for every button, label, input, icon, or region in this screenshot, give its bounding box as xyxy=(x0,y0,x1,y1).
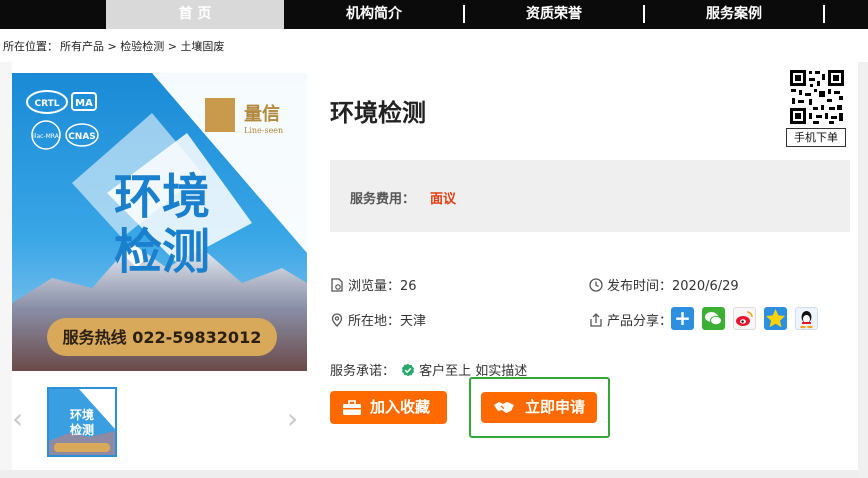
location-value: 天津 xyxy=(400,314,427,329)
briefcase-icon xyxy=(343,400,361,415)
apply-now-button[interactable]: 立即申请 xyxy=(481,392,597,423)
price-box: 服务费用： 面议 xyxy=(330,160,850,232)
breadcrumb-current[interactable]: 土壤固废 xyxy=(180,40,224,53)
location-info: 所在地：天津 xyxy=(330,310,426,329)
thumbnail-headline-line1: 环境 xyxy=(70,407,94,422)
add-favorite-button[interactable]: 加入收藏 xyxy=(330,391,447,424)
price-value: 面议 xyxy=(430,192,457,207)
breadcrumb-link-inspection[interactable]: 检验检测 xyxy=(120,40,164,53)
share-info: 产品分享： xyxy=(589,310,672,329)
nav-item-about[interactable]: 机构简介 xyxy=(284,0,464,29)
carousel-next-arrow-icon[interactable]: › xyxy=(287,402,298,435)
image-headline-line2: 检测 xyxy=(114,224,210,280)
share-icon xyxy=(590,313,602,327)
views-info: 浏览量：26 xyxy=(330,275,417,294)
image-badge-ilac: ilac-MRA xyxy=(33,133,60,140)
panel-left-edge xyxy=(0,62,12,478)
thumbnail-art: 环境 检测 xyxy=(49,389,115,455)
wechat-icon[interactable] xyxy=(702,307,725,330)
location-label: 所在地： xyxy=(348,314,401,329)
image-hotline: 服务热线 022-59832012 xyxy=(63,328,262,347)
top-nav: 首 页 机构简介 资质荣誉 服务案例 xyxy=(0,0,868,29)
nav-separator xyxy=(823,5,825,23)
clock-icon xyxy=(589,278,603,292)
views-label: 浏览量： xyxy=(348,279,401,294)
breadcrumb-prefix: 所在位置： xyxy=(3,40,58,53)
image-brand-name: 量信 xyxy=(244,103,280,125)
breadcrumb-link-all[interactable]: 所有产品 xyxy=(60,40,104,53)
views-icon xyxy=(331,278,343,292)
breadcrumb-separator: > xyxy=(104,40,121,53)
publish-info: 发布时间：2020/6/29 xyxy=(589,275,739,294)
panel-right-edge xyxy=(858,62,868,478)
publish-value: 2020/6/29 xyxy=(672,279,739,294)
add-favorite-label: 加入收藏 xyxy=(370,398,431,416)
nav-item-home[interactable]: 首 页 xyxy=(106,0,284,29)
thumbnail-headline-line2: 检测 xyxy=(70,422,94,437)
nav-item-honors[interactable]: 资质荣誉 xyxy=(465,0,643,29)
image-badge-cnas: CNAS xyxy=(68,132,96,142)
product-image-art: 服务热线 022-59832012 环境 检测 量信 Line-seen CRT… xyxy=(12,73,307,371)
panel-bottom-edge xyxy=(0,470,858,478)
location-pin-icon xyxy=(331,313,343,327)
carousel-prev-arrow-icon[interactable]: ‹ xyxy=(12,402,23,435)
qr-code-icon xyxy=(789,69,845,125)
price-label: 服务费用： xyxy=(350,192,416,207)
product-title: 环境检测 xyxy=(330,99,426,127)
qq-icon[interactable] xyxy=(795,307,818,330)
image-headline-line1: 环境 xyxy=(114,169,210,225)
product-main-image[interactable]: 服务热线 022-59832012 环境 检测 量信 Line-seen CRT… xyxy=(12,73,307,371)
image-badge-crtl: CRTL xyxy=(34,99,59,109)
views-value: 26 xyxy=(400,279,417,294)
nav-item-cases[interactable]: 服务案例 xyxy=(645,0,823,29)
handshake-icon xyxy=(494,402,514,413)
apply-now-label: 立即申请 xyxy=(525,398,586,416)
image-brand-en: Line-seen xyxy=(244,126,283,135)
breadcrumb: 所在位置： 所有产品 > 检验检测 > 土壤固废 xyxy=(3,38,224,54)
share-label: 产品分享： xyxy=(607,314,673,329)
weibo-icon[interactable] xyxy=(733,307,756,330)
image-badge-ma: MA xyxy=(75,98,93,109)
breadcrumb-separator: > xyxy=(164,40,181,53)
mobile-order-label[interactable]: 手机下单 xyxy=(786,128,846,147)
plus-share-icon[interactable]: + xyxy=(671,307,694,330)
qzone-icon[interactable] xyxy=(764,307,787,330)
product-thumbnail[interactable]: 环境 检测 xyxy=(47,387,117,457)
publish-label: 发布时间： xyxy=(607,279,673,294)
promise-label: 服务承诺： xyxy=(330,364,396,379)
verified-check-icon xyxy=(402,363,415,377)
